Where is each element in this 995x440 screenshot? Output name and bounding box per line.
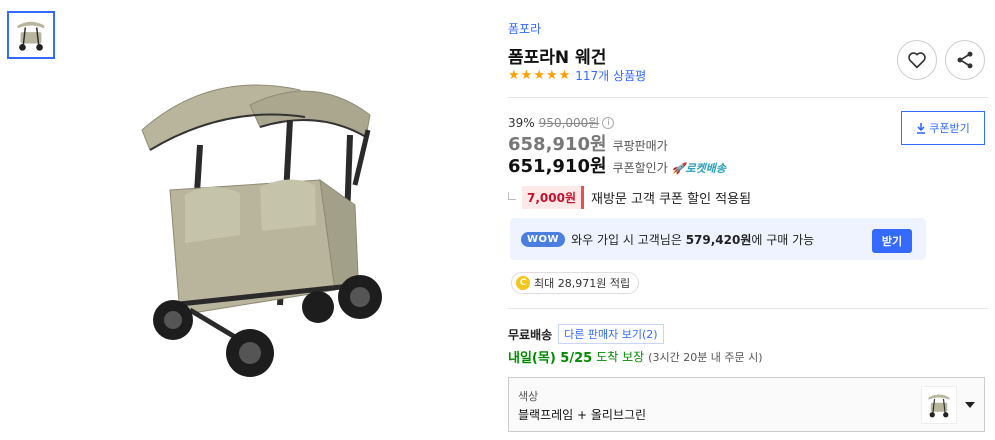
color-option-select[interactable]: 색상 블랙프레임 + 올리브그린 [508, 377, 985, 432]
arrival-guarantee: 도착 보장 [596, 350, 645, 364]
coupon-price: 651,910원 [508, 156, 607, 177]
star-icon: ★ [508, 67, 520, 83]
original-price: 950,000원 [538, 116, 600, 130]
star-icon: ★ [520, 67, 533, 83]
stroller-wagon-option-icon [928, 394, 950, 418]
star-icon: ★ [558, 67, 571, 83]
product-thumbnail[interactable] [7, 11, 55, 59]
product-title: 폼포라N 웨건 [508, 48, 607, 68]
other-sellers-button[interactable]: 다른 판매자 보기(2) [558, 324, 664, 344]
free-shipping-label: 무료배송 [508, 327, 553, 342]
points-badge: C 최대 28,971원 적립 [511, 272, 640, 294]
wow-badge: WOW [521, 231, 566, 247]
info-icon[interactable]: i [602, 116, 615, 129]
coupon-download-button[interactable]: 쿠폰받기 [901, 111, 985, 145]
coupon-download-label: 쿠폰받기 [929, 122, 970, 135]
revisit-coupon-text: 재방문 고객 쿠폰 할인 적용됨 [591, 192, 752, 207]
discount-row: 39% 950,000원 i [508, 114, 615, 131]
divider [508, 308, 988, 309]
points-text: 최대 28,971원 적립 [534, 277, 631, 290]
arrival-row: 내일(목) 5/25 도착 보장 (3시간 20분 내 주문 시) [508, 347, 763, 366]
shipping-row: 무료배송 다른 판매자 보기(2) [508, 324, 664, 344]
chevron-down-icon [965, 402, 975, 408]
rocket-delivery-label: 로켓배송 [685, 162, 726, 175]
coupon-price-row: 651,910원 쿠폰할인가 🚀로켓배송 [508, 152, 726, 178]
heart-icon [908, 52, 926, 69]
share-button[interactable] [945, 40, 985, 80]
discount-rate: 39% [508, 115, 535, 130]
rating-stars: ★ ★ ★ ★ ★ [508, 67, 571, 83]
star-icon: ★ [545, 67, 558, 83]
coupon-price-label: 쿠폰할인가 [612, 161, 668, 175]
rating-row: ★ ★ ★ ★ ★ 117개 상품평 [508, 67, 646, 84]
download-icon [917, 122, 926, 134]
wishlist-button[interactable] [897, 40, 937, 80]
option-value: 블랙프레임 + 올리브그린 [518, 408, 647, 422]
wow-text: 와우 가입 시 고객님은 579,420원에 구매 가능 [571, 231, 814, 248]
rocket-icon: 🚀 [671, 162, 686, 175]
revisit-coupon-row: 7,000원 재방문 고객 쿠폰 할인 적용됨 [508, 186, 751, 209]
wow-text-suffix: 에 구매 가능 [751, 232, 815, 247]
wow-price: 579,420원 [685, 232, 752, 247]
divider [508, 97, 988, 98]
review-count-link[interactable]: 117개 상품평 [575, 67, 646, 84]
coin-icon: C [516, 276, 530, 290]
arrival-note: (3시간 20분 내 주문 시) [648, 350, 763, 364]
product-info-panel: 폼포라 폼포라N 웨건 ★ ★ ★ ★ ★ 117개 상품평 39% 950,0… [508, 0, 988, 440]
rocket-delivery-badge: 🚀로켓배송 [672, 160, 726, 176]
brand-link[interactable]: 폼포라 [508, 20, 541, 37]
stroller-wagon-image [141, 84, 382, 377]
tree-corner-icon [508, 191, 516, 200]
revisit-coupon-amount: 7,000원 [522, 186, 584, 209]
wow-receive-button[interactable]: 받기 [872, 229, 912, 253]
product-page: 폼포라 폼포라N 웨건 ★ ★ ★ ★ ★ 117개 상품평 39% 950,0… [0, 0, 995, 440]
wow-text-prefix: 와우 가입 시 고객님은 [571, 232, 686, 247]
arrival-date: 내일(목) 5/25 [508, 351, 593, 366]
stroller-wagon-thumbnail-icon [17, 21, 45, 51]
star-icon: ★ [533, 67, 545, 83]
wow-membership-box: WOW 와우 가입 시 고객님은 579,420원에 구매 가능 받기 [510, 218, 926, 260]
share-icon [957, 51, 973, 69]
option-label: 색상 [518, 390, 539, 403]
option-thumbnail [921, 386, 957, 424]
product-main-image [130, 75, 400, 385]
